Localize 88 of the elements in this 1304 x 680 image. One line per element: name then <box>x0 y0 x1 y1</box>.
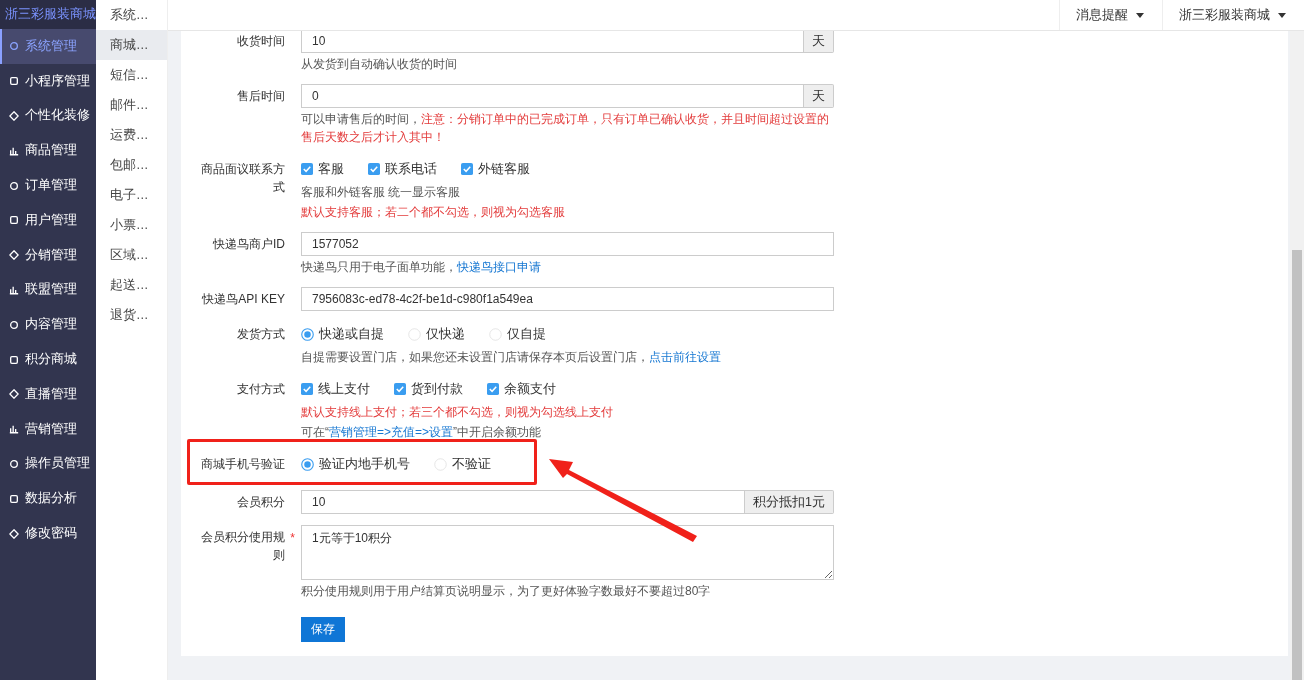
checkbox-option[interactable]: 联系电话 <box>368 160 437 178</box>
radio-option[interactable]: 仅自提 <box>489 325 546 343</box>
field-label: 支付方式 <box>236 381 286 398</box>
menu-item-icon <box>9 493 19 504</box>
checkbox-option[interactable]: 外链客服 <box>461 160 530 178</box>
checkbox-option[interactable]: 客服 <box>301 160 344 178</box>
menu-item-icon <box>9 319 19 330</box>
sidebar-item[interactable]: 商品管理 <box>0 133 96 169</box>
dropdown-menu[interactable]: 消息提醒 <box>1059 0 1162 30</box>
field-label: 快递鸟商户ID <box>212 236 286 253</box>
menu-item-icon <box>9 354 19 365</box>
checkbox[interactable] <box>368 163 380 175</box>
dropdown-menu[interactable]: 浙三彩服装商城 <box>1162 0 1304 30</box>
menu-item-icon <box>9 76 19 87</box>
field-label: 会员积分使用规则 * <box>200 529 296 564</box>
sidebar-item[interactable]: 数据分析 <box>0 481 96 517</box>
checkbox-option[interactable]: 货到付款 <box>394 380 463 398</box>
field-label: 售后时间 <box>236 88 286 105</box>
sidebar-item[interactable]: 营销管理 <box>0 411 96 447</box>
sidebar-item[interactable]: 系统管理 <box>0 29 96 64</box>
sidebar-item[interactable]: 个性化装修 <box>0 98 96 134</box>
menu-item-icon <box>9 424 19 435</box>
checkbox[interactable] <box>301 383 313 395</box>
unit-addon: 天 <box>804 31 834 53</box>
text-input[interactable]: 1577052 <box>301 232 834 256</box>
menu-item-icon <box>9 111 19 121</box>
field-label: 商品面议联系方式 <box>200 161 286 196</box>
hint-text: 积分使用规则用于用户结算页说明显示，为了更好体验字数最好不要超过80字 <box>301 583 712 600</box>
text-input[interactable]: 7956083c-ed78-4c2f-be1d-c980f1a549ea <box>301 287 834 311</box>
sidebar-item[interactable]: 操作员管理 <box>0 446 96 482</box>
hint-text: 快递鸟只用于电子面单功能，快递鸟接口申请 <box>301 259 542 276</box>
menu-item-icon <box>9 458 19 469</box>
checkbox[interactable] <box>487 383 499 395</box>
sidebar-item[interactable]: 内容管理 <box>0 307 96 343</box>
checkbox-option[interactable]: 线上支付 <box>301 380 370 398</box>
checkbox[interactable] <box>461 163 473 175</box>
scrollbar[interactable] <box>1290 31 1304 680</box>
field-label: 收货时间 <box>236 33 286 50</box>
sidebar-item[interactable]: 小程序管理 <box>0 63 96 99</box>
menu-item-icon <box>9 528 19 539</box>
menu-item-icon <box>9 180 19 191</box>
sidebar-item[interactable]: 直播管理 <box>0 376 96 412</box>
menu-item-icon <box>9 250 19 261</box>
hint-text: 可在“营销管理=>充值=>设置”中开启余额功能 <box>301 424 543 441</box>
text-input[interactable]: 10 <box>301 31 804 53</box>
text-input[interactable]: 0 <box>301 84 804 108</box>
help-link[interactable]: 点击前往设置 <box>649 350 721 364</box>
caret-icon <box>1278 12 1286 18</box>
field-label: 快递鸟API KEY <box>201 291 286 308</box>
unit-addon: 积分抵扣1元 <box>745 490 834 514</box>
hint-text: 默认支持线上支付；若三个都不勾选，则视为勾选线上支付 <box>301 404 614 421</box>
caret-icon <box>1136 12 1144 18</box>
submenu-item[interactable]: 商城… <box>96 30 167 60</box>
unit-addon: 天 <box>804 84 834 108</box>
menu-item-icon <box>9 389 19 400</box>
menu-item-icon <box>9 41 19 52</box>
radio-option[interactable]: 验证内地手机号 <box>301 455 410 473</box>
menu-item-icon <box>9 145 19 156</box>
radio-option[interactable]: 快递或自提 <box>301 325 384 343</box>
sidebar-item[interactable]: 积分商城 <box>0 342 96 377</box>
menu-item-icon <box>9 215 19 226</box>
help-link[interactable]: 营销管理=>充值=>设置 <box>329 425 454 439</box>
sidebar-item[interactable]: 分销管理 <box>0 237 96 273</box>
field-label: 发货方式 <box>236 326 286 343</box>
brand-title: 浙三彩服装商城 <box>0 0 96 29</box>
text-area[interactable]: 1元等于10积分 <box>301 525 834 580</box>
radio-option[interactable]: 仅快递 <box>408 325 465 343</box>
hint-text: 默认支持客服；若二个都不勾选，则视为勾选客服 <box>301 204 566 221</box>
hint-text: 自提需要设置门店，如果您还未设置门店请保存本页后设置门店，点击前往设置 <box>301 349 722 366</box>
help-link[interactable]: 快递鸟接口申请 <box>457 260 541 274</box>
sidebar-item[interactable]: 修改密码 <box>0 516 96 551</box>
menu-item-icon <box>9 284 19 295</box>
radio-button[interactable] <box>301 457 314 471</box>
checkbox-option[interactable]: 余额支付 <box>487 380 556 398</box>
field-label: 会员积分 <box>236 494 286 511</box>
checkbox[interactable] <box>301 163 313 175</box>
hint-text: 客服和外链客服 统一显示客服 <box>301 184 462 201</box>
save-button[interactable]: 保存 <box>301 617 345 642</box>
checkbox[interactable] <box>394 383 406 395</box>
sidebar-item[interactable]: 联盟管理 <box>0 272 96 308</box>
sidebar-item[interactable]: 用户管理 <box>0 203 96 238</box>
hint-text: 从发货到自动确认收货的时间 <box>301 56 458 73</box>
field-label: 商城手机号验证 <box>200 456 286 473</box>
text-input[interactable]: 10 <box>301 490 746 514</box>
sidebar-item[interactable]: 订单管理 <box>0 168 96 203</box>
radio-option[interactable]: 不验证 <box>434 455 491 473</box>
hint-text: 可以申请售后的时间，注意：分销订单中的已完成订单，只有订单已确认收货，并且时间超过设置的售后天数之后才计入其中！ <box>301 111 830 146</box>
radio-button[interactable] <box>301 327 314 341</box>
